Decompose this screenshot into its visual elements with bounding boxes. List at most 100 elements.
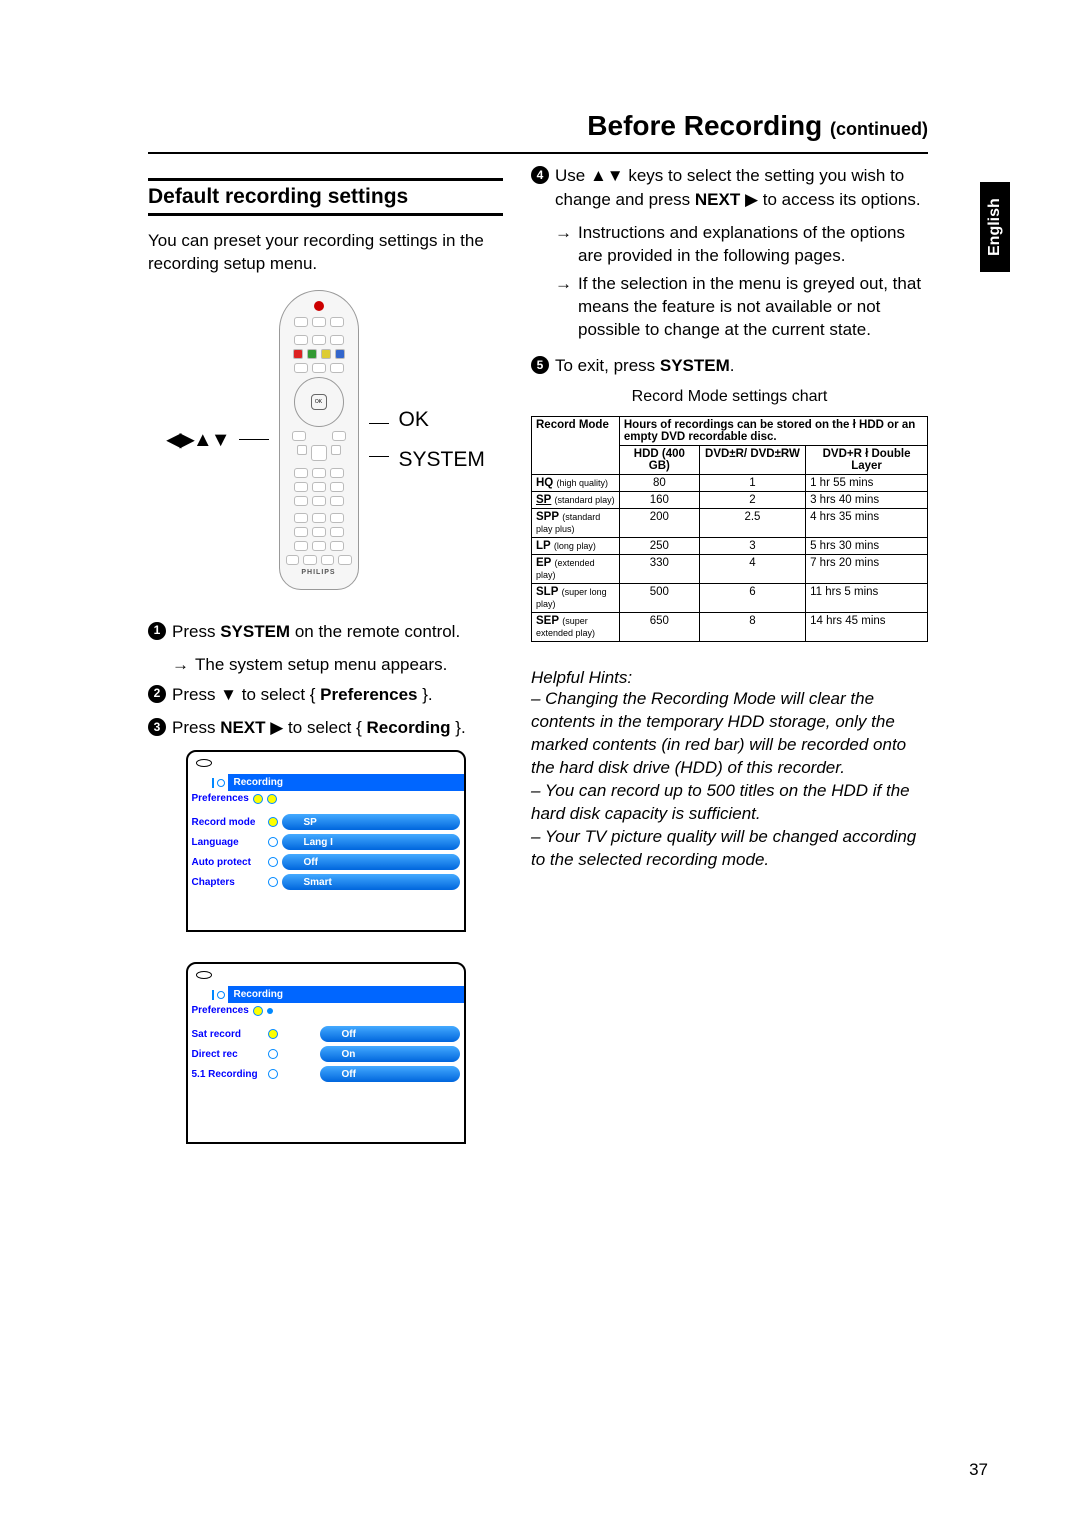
step-5-text-a: To exit, press — [555, 356, 660, 375]
menu-row: Direct rec On — [192, 1046, 460, 1062]
node-icon — [268, 857, 278, 867]
cell-hdd: 330 — [619, 555, 699, 584]
tab-recording: Recording — [228, 774, 464, 791]
step-1-system: SYSTEM — [220, 622, 290, 641]
cell-dvd: 2 — [699, 492, 805, 509]
cell-dvd: 1 — [699, 475, 805, 492]
cell-hdd: 200 — [619, 509, 699, 538]
step-1-text-a: Press — [172, 622, 220, 641]
cell-mode: LP (long play) — [532, 538, 620, 555]
table-header-mode: Record Mode — [532, 417, 620, 475]
power-icon — [196, 971, 212, 979]
step-badge-5: 5 — [531, 356, 549, 374]
menu-value-pill: Lang I — [282, 834, 460, 850]
step-4-sub1: Instructions and explanations of the opt… — [578, 222, 928, 268]
table-header-desc: Hours of recordings can be stored on the… — [619, 417, 927, 446]
page-title: Before Recording (continued) — [148, 110, 928, 142]
right-column: 4 Use ▲▼ keys to select the setting you … — [531, 164, 928, 1174]
node-icon — [268, 837, 278, 847]
step-badge-2: 2 — [148, 685, 166, 703]
col-dl: DVD+R ł Double Layer — [806, 446, 928, 475]
remote-illustration: ◀▶▲▼ OK — [148, 290, 503, 590]
step-5: 5 To exit, press SYSTEM. — [531, 354, 928, 378]
cell-dvd: 4 — [699, 555, 805, 584]
cell-dvd: 3 — [699, 538, 805, 555]
menu-value-pill: On — [320, 1046, 460, 1062]
arrow-icon: → — [555, 222, 572, 268]
cell-hdd: 500 — [619, 584, 699, 613]
hints-heading: Helpful Hints: — [531, 668, 928, 688]
node-selected-icon — [267, 794, 277, 804]
menu-label: Direct rec — [192, 1049, 264, 1060]
cell-hdd: 160 — [619, 492, 699, 509]
step-4-sub2: If the selection in the menu is greyed o… — [578, 273, 928, 342]
cell-dl: 7 hrs 20 mins — [806, 555, 928, 584]
table-row: LP (long play) 250 3 5 hrs 30 mins — [532, 538, 928, 555]
cell-dvd: 6 — [699, 584, 805, 613]
step-3-text-e: }. — [451, 718, 466, 737]
hint-1: – Changing the Recording Mode will clear… — [531, 688, 928, 780]
cell-mode: HQ (high quality) — [532, 475, 620, 492]
node-icon — [268, 1069, 278, 1079]
remote-control-icon: OK PHILIPS — [279, 290, 359, 590]
ok-button-label: OK — [399, 408, 485, 432]
step-4-result-1: → Instructions and explanations of the o… — [555, 222, 928, 268]
menu-label: 5.1 Recording — [192, 1069, 264, 1080]
col-dvd: DVD±R/ DVD±RW — [699, 446, 805, 475]
tab-recording: Recording — [228, 986, 464, 1003]
step-3-recording: Recording — [367, 718, 451, 737]
hint-2: – You can record up to 500 titles on the… — [531, 780, 928, 826]
page-content: Before Recording (continued) Default rec… — [148, 110, 928, 1174]
cell-mode: SP (standard play) — [532, 492, 620, 509]
menu-label: Language — [192, 837, 264, 848]
system-button-label: SYSTEM — [399, 448, 485, 472]
step-2-text-c: }. — [418, 685, 433, 704]
step-2: 2 Press ▼ to select { Preferences }. — [148, 683, 503, 707]
node-icon — [253, 1006, 263, 1016]
cell-dl: 11 hrs 5 mins — [806, 584, 928, 613]
cell-mode: SPP (standard play plus) — [532, 509, 620, 538]
table-row: SLP (super long play) 500 6 11 hrs 5 min… — [532, 584, 928, 613]
menu-row: Language Lang I — [192, 834, 460, 850]
step-5-text-c: . — [730, 356, 735, 375]
section-heading: Default recording settings — [148, 178, 503, 216]
cell-dl: 1 hr 55 mins — [806, 475, 928, 492]
cell-hdd: 250 — [619, 538, 699, 555]
table-row: SPP (standard play plus) 200 2.5 4 hrs 3… — [532, 509, 928, 538]
language-tab: English — [980, 182, 1010, 272]
preferences-label: Preferences — [192, 1005, 249, 1016]
step-3-text-a: Press — [172, 718, 220, 737]
step-4-text-c: ▶ to access its options. — [740, 190, 920, 209]
menu-screenshot-2: Recording Preferences Sat record Off Dire… — [186, 962, 466, 1144]
step-4-result-2: → If the selection in the menu is greyed… — [555, 273, 928, 342]
title-rule — [148, 152, 928, 154]
cell-dl: 3 hrs 40 mins — [806, 492, 928, 509]
step-1-text-c: on the remote control. — [290, 622, 460, 641]
menu-row: Record mode SP — [192, 814, 460, 830]
menu-value-pill: Smart — [282, 874, 460, 890]
step-4: 4 Use ▲▼ keys to select the setting you … — [531, 164, 928, 212]
table-row: EP (extended play) 330 4 7 hrs 20 mins — [532, 555, 928, 584]
step-badge-4: 4 — [531, 166, 549, 184]
cell-hdd: 80 — [619, 475, 699, 492]
page-title-main: Before Recording — [587, 110, 822, 141]
node-icon — [268, 817, 278, 827]
menu-screenshot-1: Recording Preferences Record mode SPLang… — [186, 750, 466, 932]
cell-dl: 5 hrs 30 mins — [806, 538, 928, 555]
power-icon — [196, 759, 212, 767]
step-1: 1 Press SYSTEM on the remote control. — [148, 620, 503, 644]
menu-label: Auto protect — [192, 857, 264, 868]
remote-brand: PHILIPS — [286, 569, 352, 576]
left-column: Default recording settings You can prese… — [148, 164, 503, 1174]
dot-icon — [267, 1008, 273, 1014]
menu-value-pill: Off — [320, 1026, 460, 1042]
step-4-next: NEXT — [695, 190, 740, 209]
table-row: SP (standard play) 160 2 3 hrs 40 mins — [532, 492, 928, 509]
step-badge-1: 1 — [148, 622, 166, 640]
table-row: HQ (high quality) 80 1 1 hr 55 mins — [532, 475, 928, 492]
cell-mode: SLP (super long play) — [532, 584, 620, 613]
arrow-icon: → — [172, 654, 189, 677]
menu-row: Sat record Off — [192, 1026, 460, 1042]
menu-value-pill: Off — [282, 854, 460, 870]
record-mode-table: Record Mode Hours of recordings can be s… — [531, 416, 928, 642]
